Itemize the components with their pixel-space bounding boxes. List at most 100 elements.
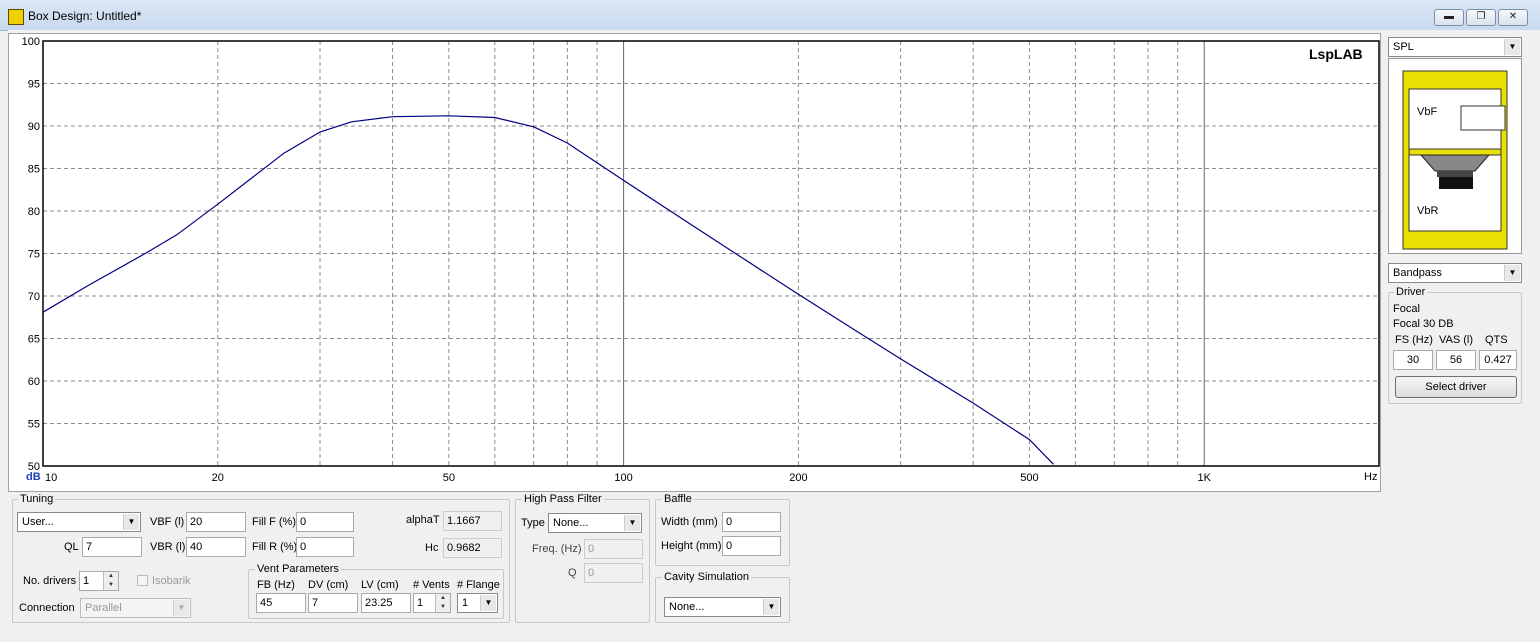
hc-value: 0.9682 [443, 538, 502, 558]
tuning-preset-select[interactable]: User... ▼ [17, 512, 141, 532]
y-axis-ticks: 10095908580757065605550 [22, 36, 40, 473]
lv-label: LV (cm) [361, 579, 399, 591]
x-tick-label: 200 [789, 472, 807, 484]
y-tick-label: 90 [28, 121, 40, 133]
vents-spinner[interactable]: 1 ▲ ▼ [413, 593, 451, 613]
baffle-group-label: Baffle [662, 493, 694, 505]
hpf-q-input[interactable] [584, 563, 643, 583]
y-tick-label: 60 [28, 376, 40, 388]
spinner-arrows-icon[interactable]: ▲ ▼ [103, 572, 118, 590]
vbr-label: VBR (l) [150, 541, 186, 553]
chevron-down-icon: ▼ [624, 515, 640, 531]
bandpass-box-diagram: VbF VbR [1402, 70, 1508, 250]
flange-select[interactable]: 1 ▼ [457, 593, 498, 613]
fillf-input[interactable] [296, 512, 354, 532]
tuning-preset-value: User... [22, 516, 54, 528]
isobarik-label: Isobarik [152, 575, 191, 587]
y-tick-label: 85 [28, 164, 40, 176]
fb-label: FB (Hz) [257, 579, 295, 591]
chevron-down-icon: ▼ [1504, 39, 1520, 55]
vents-value: 1 [417, 597, 424, 609]
hpf-type-label: Type [521, 517, 545, 529]
cavity-select-value: None... [669, 601, 705, 613]
vents-label: # Vents [413, 579, 450, 591]
hpf-type-value: None... [553, 517, 589, 529]
vent-parameters-label: Vent Parameters [255, 563, 341, 575]
fillr-label: Fill R (%) [252, 541, 298, 553]
y-tick-label: 65 [28, 334, 40, 346]
y-tick-label: 55 [28, 419, 40, 431]
connection-label: Connection [19, 602, 75, 614]
view-select-value: SPL [1393, 41, 1414, 53]
box-type-select[interactable]: Bandpass ▼ [1388, 263, 1522, 283]
hpf-type-select[interactable]: None... ▼ [548, 513, 642, 533]
y-tick-label: 70 [28, 291, 40, 303]
box-diagram-panel: VbF VbR [1388, 58, 1522, 254]
lsplab-watermark: LspLAB [1309, 46, 1363, 62]
connection-select[interactable]: Parallel ▼ [80, 598, 191, 618]
vbr-input[interactable] [186, 537, 246, 557]
cavity-group-label: Cavity Simulation [662, 571, 751, 583]
isobarik-checkbox[interactable] [137, 575, 148, 586]
drivers-label: No. drivers [23, 575, 77, 587]
chevron-down-icon: ▼ [123, 514, 139, 530]
baffle-width-input[interactable] [722, 512, 781, 532]
view-select[interactable]: SPL ▼ [1388, 37, 1522, 57]
vas-label: VAS (l) [1439, 334, 1474, 346]
app-speaker-icon [8, 9, 24, 25]
tuning-group-label: Tuning [18, 493, 56, 505]
fs-label: FS (Hz) [1395, 334, 1433, 346]
cavity-select[interactable]: None... ▼ [664, 597, 781, 617]
qts-value: 0.427 [1479, 350, 1517, 370]
x-tick-label: 500 [1020, 472, 1038, 484]
ql-input[interactable] [82, 537, 142, 557]
x-unit-label: Hz [1364, 471, 1377, 483]
hpf-freq-input[interactable] [584, 539, 643, 559]
vbf-input[interactable] [186, 512, 246, 532]
fb-input[interactable] [256, 593, 306, 613]
driver-group-label: Driver [1394, 286, 1428, 298]
drivers-value: 1 [83, 575, 90, 587]
window-title: Box Design: Untitled* [28, 9, 142, 23]
y-tick-label: 100 [22, 36, 40, 48]
qts-label: QTS [1485, 334, 1508, 346]
fillf-label: Fill F (%) [252, 516, 296, 528]
drivers-spinner[interactable]: 1 ▲ ▼ [79, 571, 119, 591]
hpf-freq-label: Freq. (Hz) [532, 543, 582, 555]
y-tick-label: 80 [28, 206, 40, 218]
fillr-input[interactable] [296, 537, 354, 557]
vas-value: 56 [1436, 350, 1476, 370]
flange-label: # Flange [457, 579, 500, 591]
spl-chart: 100 95 90 85 80 75 70 65 60 55 50 10 20 50 100 200 500 1… [22, 36, 1380, 484]
flange-value: 1 [462, 597, 469, 609]
chevron-down-icon: ▼ [480, 595, 496, 611]
x-tick-label: 50 [443, 472, 455, 484]
lv-input[interactable] [361, 593, 411, 613]
fs-value: 30 [1393, 350, 1433, 370]
rear-chamber-label: VbR [1417, 205, 1438, 217]
driver-model: Focal 30 DB [1393, 318, 1454, 330]
spinner-arrows-icon[interactable]: ▲ ▼ [435, 594, 450, 612]
x-tick-label: 1K [1197, 472, 1211, 484]
close-icon[interactable]: ✕ [1498, 9, 1528, 26]
dv-label: DV (cm) [308, 579, 349, 591]
chevron-down-icon: ▼ [763, 599, 779, 615]
hpf-q-label: Q [568, 567, 577, 579]
front-chamber-label: VbF [1417, 106, 1437, 118]
spl-plot-panel[interactable]: 100 95 90 85 80 75 70 65 60 55 50 10 20 50 100 200 500 1… [8, 33, 1381, 492]
x-tick-label: 20 [212, 472, 224, 484]
restore-icon[interactable]: ❐ [1466, 9, 1496, 26]
minimize-icon[interactable]: ▬ [1434, 9, 1464, 26]
ql-label: QL [64, 541, 79, 553]
x-axis-ticks: 10 20 50 100 200 500 1K [45, 472, 1212, 484]
x-tick-label: 100 [614, 472, 632, 484]
vbf-label: VBF (l) [150, 516, 185, 528]
chevron-down-icon: ▼ [173, 600, 189, 616]
alphat-value: 1.1667 [443, 511, 502, 531]
y-tick-label: 95 [28, 79, 40, 91]
connection-value: Parallel [85, 602, 122, 614]
dv-input[interactable] [308, 593, 358, 613]
baffle-height-label: Height (mm) [661, 540, 722, 552]
select-driver-button[interactable]: Select driver [1395, 376, 1517, 398]
baffle-height-input[interactable] [722, 536, 781, 556]
